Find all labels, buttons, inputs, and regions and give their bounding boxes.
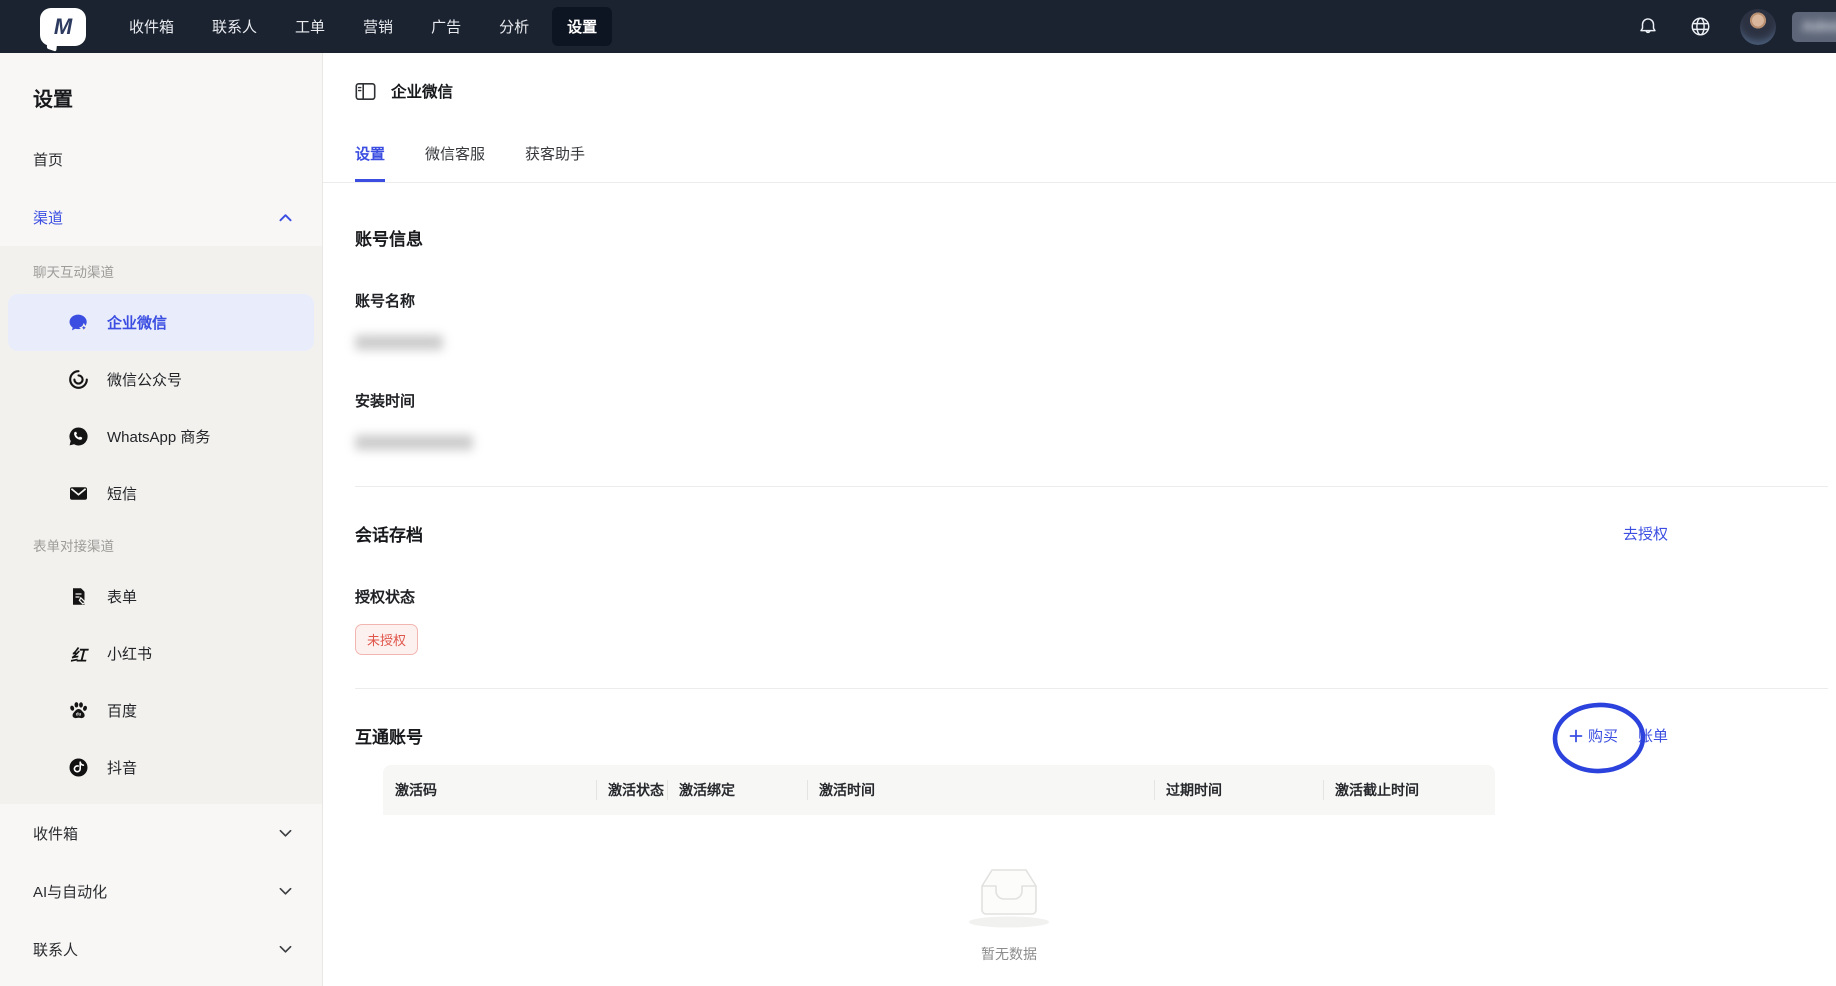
field-label-auth-status: 授权状态 — [355, 586, 1836, 607]
app-logo[interactable]: M — [40, 8, 86, 46]
user-name-label: Admin — [1802, 18, 1836, 35]
chevron-down-icon — [279, 829, 292, 838]
sidebar-item-douyin[interactable]: 抖音 — [0, 739, 322, 796]
col-header-activation-code[interactable]: 激活码 — [383, 780, 596, 800]
field-label-account-name: 账号名称 — [355, 290, 1836, 311]
col-header-activation-deadline[interactable]: 激活截止时间 — [1323, 780, 1495, 800]
sidebar-item-label: WhatsApp 商务 — [107, 426, 210, 447]
buy-button[interactable]: 购买 — [1569, 725, 1618, 746]
status-badge-unauthorized: 未授权 — [355, 624, 418, 655]
user-avatar[interactable] — [1740, 9, 1776, 45]
sidebar-toggle-icon[interactable] — [355, 82, 376, 101]
form-channels-section-label: 表单对接渠道 — [0, 522, 322, 568]
sms-icon — [68, 483, 89, 504]
redacted-account-name-value — [355, 335, 443, 350]
sidebar-item-forms[interactable]: 表单 — [0, 568, 322, 625]
sidebar-item-xiaohongshu[interactable]: 红 小红书 — [0, 625, 322, 682]
chat-channels-section-label: 聊天互动渠道 — [0, 248, 322, 294]
nav-item-ads[interactable]: 广告 — [416, 7, 476, 46]
wecom-chat-icon — [68, 312, 89, 333]
wechat-official-account-icon — [68, 369, 89, 390]
table-empty-body: 暂无数据 — [383, 815, 1495, 986]
sidebar-item-baidu[interactable]: du 百度 — [0, 682, 322, 739]
plus-icon — [1569, 729, 1583, 743]
page-header: 企业微信 — [355, 53, 1836, 102]
chevron-down-icon — [279, 945, 292, 954]
app-logo-letter: M — [54, 14, 72, 40]
empty-tray-icon — [966, 862, 1052, 930]
sidebar-item-label: 短信 — [107, 483, 137, 504]
col-header-activation-binding[interactable]: 激活绑定 — [667, 780, 807, 800]
empty-state-text: 暂无数据 — [981, 944, 1037, 964]
sidebar-item-wecom[interactable]: 企业微信 — [8, 294, 314, 351]
language-globe-icon[interactable] — [1688, 15, 1712, 39]
activation-codes-table: 激活码 激活状态 激活绑定 激活时间 过期时间 激活截止时间 — [383, 765, 1495, 986]
sidebar-item-label: 百度 — [107, 700, 137, 721]
douyin-icon — [68, 757, 89, 778]
app-window: M 收件箱 联系人 工单 营销 广告 分析 设置 — [0, 0, 1836, 986]
section-title-account-info: 账号信息 — [355, 225, 1836, 250]
baidu-icon: du — [68, 700, 89, 721]
section-divider — [355, 688, 1828, 689]
col-header-activation-status[interactable]: 激活状态 — [596, 780, 667, 800]
nav-item-tickets[interactable]: 工单 — [280, 7, 340, 46]
redacted-install-time-value — [355, 435, 473, 450]
sidebar-title: 设置 — [33, 83, 322, 112]
tab-wechat-customer-service[interactable]: 微信客服 — [425, 143, 485, 182]
sidebar-item-home[interactable]: 首页 — [0, 130, 322, 188]
tab-settings[interactable]: 设置 — [355, 143, 385, 182]
nav-item-settings[interactable]: 设置 — [552, 7, 612, 46]
authorize-link[interactable]: 去授权 — [1623, 523, 1668, 544]
page-title: 企业微信 — [391, 80, 453, 102]
top-navbar: M 收件箱 联系人 工单 营销 广告 分析 设置 — [0, 0, 1836, 53]
nav-item-marketing[interactable]: 营销 — [348, 7, 408, 46]
form-icon — [68, 586, 89, 607]
linked-accounts-actions: 购买 账单 — [1569, 725, 1668, 746]
section-title-linked-accounts: 互通账号 — [355, 723, 423, 748]
sidebar-item-ai-automation[interactable]: AI与自动化 — [0, 862, 322, 920]
user-name-chip[interactable]: Admin — [1792, 12, 1836, 42]
section-divider — [355, 486, 1828, 487]
chevron-down-icon — [279, 887, 292, 896]
col-header-expiry-time[interactable]: 过期时间 — [1154, 780, 1323, 800]
section-header-linked-accounts: 互通账号 购买 账单 — [355, 723, 1836, 748]
sidebar-item-label: 抖音 — [107, 757, 137, 778]
sidebar-item-inbox[interactable]: 收件箱 — [0, 804, 322, 862]
sidebar-item-label: 表单 — [107, 586, 137, 607]
svg-text:du: du — [76, 712, 82, 717]
tab-lead-assistant[interactable]: 获客助手 — [525, 143, 585, 182]
sidebar-item-whatsapp[interactable]: WhatsApp 商务 — [0, 408, 322, 465]
sidebar-item-wechat-official[interactable]: 微信公众号 — [0, 351, 322, 408]
whatsapp-icon — [68, 426, 89, 447]
empty-state: 暂无数据 — [966, 862, 1052, 964]
buy-button-label: 购买 — [1588, 725, 1618, 746]
xiaohongshu-icon: 红 — [68, 643, 89, 664]
sidebar-item-contacts[interactable]: 联系人 — [0, 920, 322, 978]
nav-item-inbox[interactable]: 收件箱 — [114, 7, 189, 46]
chevron-up-icon — [279, 213, 292, 222]
primary-nav: 收件箱 联系人 工单 营销 广告 分析 设置 — [114, 7, 612, 46]
bill-link[interactable]: 账单 — [1638, 725, 1668, 746]
field-label-install-time: 安装时间 — [355, 390, 1836, 411]
tab-bar: 设置 微信客服 获客助手 — [323, 143, 1836, 183]
sidebar-item-label: 小红书 — [107, 643, 152, 664]
section-title-session-archive: 会话存档 — [355, 521, 423, 546]
section-header-session-archive: 会话存档 去授权 — [355, 521, 1836, 546]
sidebar-item-label: 企业微信 — [107, 312, 167, 333]
sidebar-item-label: 微信公众号 — [107, 369, 182, 390]
nav-item-contacts[interactable]: 联系人 — [197, 7, 272, 46]
main-content: 企业微信 设置 微信客服 获客助手 账号信息 账号名称 安装时间 会话存档 去授… — [323, 53, 1836, 986]
sidebar-item-sms[interactable]: 短信 — [0, 465, 322, 522]
col-header-activation-time[interactable]: 激活时间 — [807, 780, 1154, 800]
nav-right-controls: Admin — [1636, 9, 1836, 45]
sidebar-item-channels[interactable]: 渠道 — [0, 188, 322, 246]
nav-item-analytics[interactable]: 分析 — [484, 7, 544, 46]
table-header-row: 激活码 激活状态 激活绑定 激活时间 过期时间 激活截止时间 — [383, 765, 1495, 815]
channels-submenu: 聊天互动渠道 企业微信 — [0, 246, 322, 804]
settings-sidebar: 设置 首页 渠道 聊天互动渠道 — [0, 53, 323, 986]
notifications-bell-icon[interactable] — [1636, 15, 1660, 39]
